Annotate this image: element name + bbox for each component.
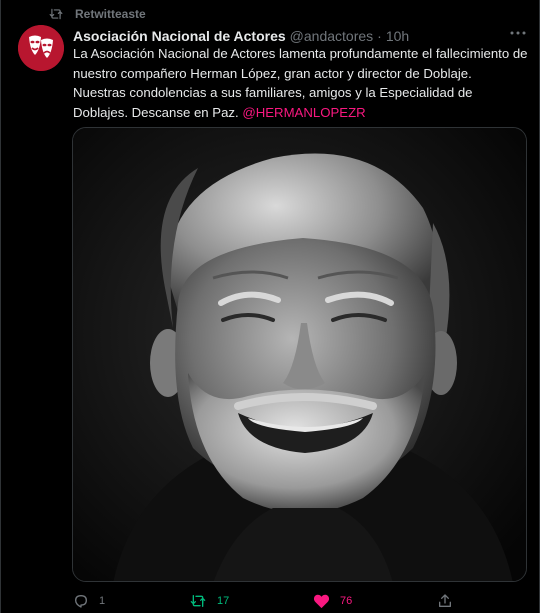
author-name[interactable]: Asociación Nacional de Actores (73, 28, 286, 44)
reply-button[interactable]: 1 (73, 590, 105, 612)
more-horizontal-icon[interactable] (506, 24, 530, 42)
retweet-icon (49, 7, 63, 21)
separator-dot: · (377, 28, 382, 44)
reply-count: 1 (99, 595, 106, 607)
social-context: Retwitteaste (49, 6, 146, 22)
social-context-label: Retwitteaste (75, 7, 146, 21)
like-button[interactable]: 76 (313, 590, 352, 612)
tweet-card[interactable]: Retwitteaste Asociación Nacional de Acto… (0, 0, 540, 613)
author-handle[interactable]: @andactores (290, 28, 373, 44)
retweet-icon (189, 593, 207, 609)
retweet-count: 17 (217, 595, 230, 607)
timestamp[interactable]: 10h (386, 28, 409, 44)
mention-link[interactable]: @HERMANLOPEZR (242, 105, 365, 120)
tweet-header: Asociación Nacional de Actores @andactor… (73, 26, 409, 46)
like-count: 76 (340, 595, 353, 607)
retweet-button[interactable]: 17 (189, 590, 229, 612)
portrait-image (73, 128, 526, 581)
theatre-mask-logo (18, 25, 64, 71)
heart-filled-icon (313, 593, 330, 609)
media-photo[interactable] (72, 127, 527, 582)
share-button[interactable] (437, 590, 453, 612)
share-icon (437, 593, 453, 609)
tweet-text: La Asociación Nacional de Actores lament… (73, 44, 528, 122)
action-bar: 1 17 76 (73, 590, 528, 612)
reply-icon (73, 593, 89, 609)
avatar[interactable] (18, 25, 64, 71)
